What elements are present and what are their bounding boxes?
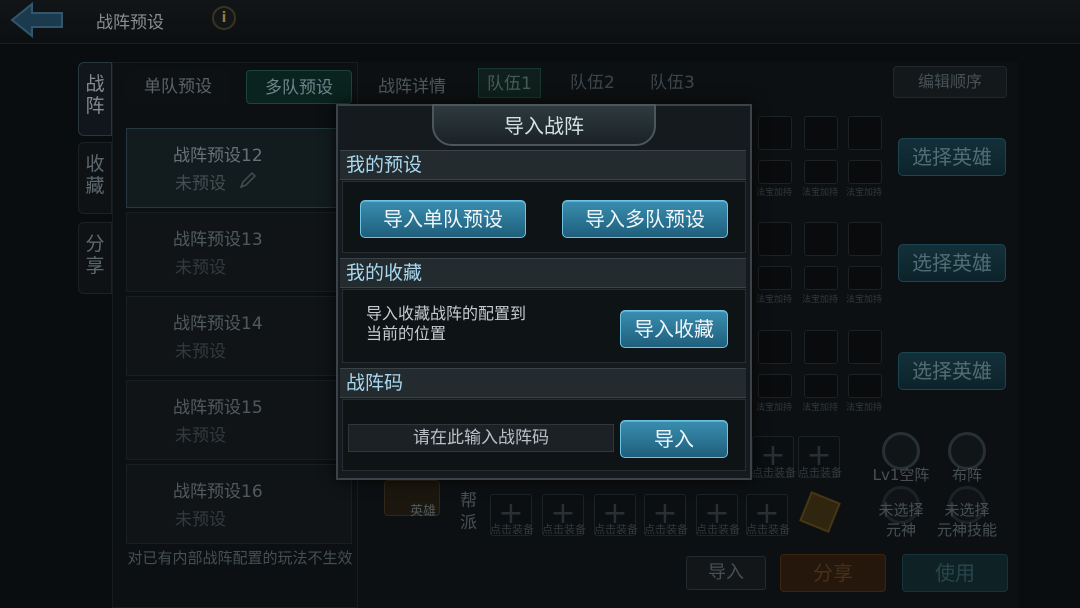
import-multi-preset-button[interactable]: 导入多队预设 — [562, 200, 728, 238]
my-favorites-header: 我的收藏 — [340, 258, 746, 288]
formation-code-header: 战阵码 — [340, 368, 746, 398]
dialog-title: 导入战阵 — [504, 114, 584, 138]
import-favorites-button[interactable]: 导入收藏 — [620, 310, 728, 348]
import-code-button[interactable]: 导入 — [620, 420, 728, 458]
favorites-description: 导入收藏战阵的配置到 当前的位置 — [366, 304, 527, 343]
my-presets-header: 我的预设 — [340, 150, 746, 180]
import-single-preset-button[interactable]: 导入单队预设 — [360, 200, 526, 238]
formation-code-input[interactable]: 请在此输入战阵码 — [348, 424, 614, 452]
